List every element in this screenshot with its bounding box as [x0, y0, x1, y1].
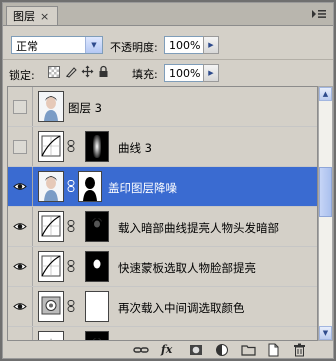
- layer-mask-thumbnail[interactable]: [78, 171, 102, 202]
- opacity-slider-arrow-icon[interactable]: ▶: [203, 36, 219, 54]
- blend-mode-value: 正常: [16, 40, 38, 53]
- lock-transparent-icon[interactable]: [48, 66, 60, 78]
- mask-link-icon[interactable]: [67, 180, 75, 195]
- scroll-thumb[interactable]: [319, 167, 332, 217]
- layer-name[interactable]: 再次载入中间调选取颜色: [118, 300, 245, 316]
- panel-header: 图层 ×: [3, 3, 333, 26]
- fill-input[interactable]: 100%: [164, 64, 204, 82]
- layers-panel: 图层 × 正常 ▼ 不透明度: 100% ▶ 锁定: 填充: 100% ▶ 图层…: [2, 2, 334, 359]
- new-layer-icon[interactable]: [267, 343, 280, 357]
- scroll-down-icon[interactable]: ▼: [319, 326, 332, 340]
- panel-menu-icon[interactable]: [311, 8, 327, 20]
- layer-row[interactable]: 载入暗部曲线提亮人物头发暗部: [8, 207, 317, 247]
- layer-name[interactable]: 盖印图层降噪: [108, 180, 177, 196]
- scroll-up-icon[interactable]: ▲: [319, 87, 332, 101]
- close-icon[interactable]: ×: [40, 10, 49, 23]
- visibility-toggle[interactable]: [8, 167, 33, 206]
- mask-link-icon[interactable]: [67, 300, 75, 315]
- layer-row[interactable]: 再次载入中间调选取颜色: [8, 287, 317, 327]
- layer-list-scrollbar[interactable]: ▲ ▼: [318, 86, 333, 341]
- layer-row[interactable]: 快速蒙板选取人物脸部提亮: [8, 247, 317, 287]
- fill-label: 填充:: [132, 68, 158, 81]
- opacity-label: 不透明度:: [110, 41, 158, 54]
- tab-layers[interactable]: 图层 ×: [6, 6, 58, 25]
- layer-mask-thumbnail[interactable]: [85, 331, 109, 340]
- layer-row[interactable]: 图层 3: [8, 87, 317, 127]
- lock-paint-icon[interactable]: [65, 65, 78, 78]
- tab-label: 图层: [13, 10, 35, 23]
- trash-icon[interactable]: [293, 343, 306, 357]
- visibility-toggle[interactable]: [8, 287, 33, 326]
- mask-icon[interactable]: [189, 343, 203, 357]
- visibility-toggle[interactable]: [8, 247, 33, 286]
- layer-thumbnail[interactable]: [38, 211, 64, 242]
- visibility-empty-box: [13, 139, 27, 154]
- lock-move-icon[interactable]: [81, 65, 94, 78]
- eye-icon: [13, 262, 27, 271]
- visibility-toggle[interactable]: [8, 327, 33, 340]
- eye-icon: [13, 182, 27, 191]
- fx-icon[interactable]: fx: [161, 343, 172, 357]
- layer-thumbnail[interactable]: [38, 291, 64, 322]
- blend-mode-select[interactable]: 正常 ▼: [11, 36, 103, 54]
- layer-thumbnail[interactable]: [38, 331, 64, 340]
- visibility-toggle[interactable]: [8, 87, 33, 126]
- layer-thumbnail[interactable]: [38, 131, 64, 162]
- lock-label: 锁定:: [9, 69, 35, 82]
- mask-link-icon[interactable]: [67, 220, 75, 235]
- layer-name[interactable]: 图层 3: [68, 100, 102, 116]
- mask-link-icon[interactable]: [67, 260, 75, 275]
- link-icon[interactable]: [133, 343, 149, 357]
- layer-thumbnail[interactable]: [38, 251, 64, 282]
- eye-icon: [13, 222, 27, 231]
- layer-mask-thumbnail[interactable]: [85, 211, 109, 242]
- visibility-toggle[interactable]: [8, 127, 33, 166]
- lock-all-icon[interactable]: [97, 65, 110, 78]
- opacity-input[interactable]: 100%: [164, 36, 204, 54]
- mask-link-icon[interactable]: [67, 140, 75, 155]
- layer-thumbnail[interactable]: [38, 91, 64, 122]
- layer-row[interactable]: 盖印图层降噪: [8, 167, 317, 207]
- layer-name[interactable]: 载入暗部曲线提亮人物头发暗部: [118, 220, 279, 236]
- visibility-toggle[interactable]: [8, 207, 33, 246]
- layer-mask-thumbnail[interactable]: [85, 291, 109, 322]
- layer-name[interactable]: 曲线 3: [118, 140, 152, 156]
- layer-name[interactable]: 快速蒙板选取人物脸部提亮: [118, 260, 256, 276]
- layers-toolbar: fx: [3, 341, 333, 359]
- layer-mask-thumbnail[interactable]: [85, 131, 109, 162]
- layer-mask-thumbnail[interactable]: [85, 251, 109, 282]
- visibility-empty-box: [13, 99, 27, 114]
- adjustment-icon[interactable]: [215, 343, 229, 357]
- layer-list: 图层 3 曲线 3 盖印图层降噪载入暗部曲线提亮人物头发暗部 快速蒙板选取人物脸部提亮…: [7, 86, 318, 341]
- eye-icon: [13, 302, 27, 311]
- fill-slider-arrow-icon[interactable]: ▶: [203, 64, 219, 82]
- layer-thumbnail[interactable]: [38, 171, 64, 202]
- layer-row[interactable]: 曲线 3: [8, 127, 317, 167]
- chevron-down-icon[interactable]: ▼: [85, 37, 102, 53]
- group-icon[interactable]: [241, 343, 256, 357]
- layer-row[interactable]: 载入暗部色阶调整: [8, 327, 317, 340]
